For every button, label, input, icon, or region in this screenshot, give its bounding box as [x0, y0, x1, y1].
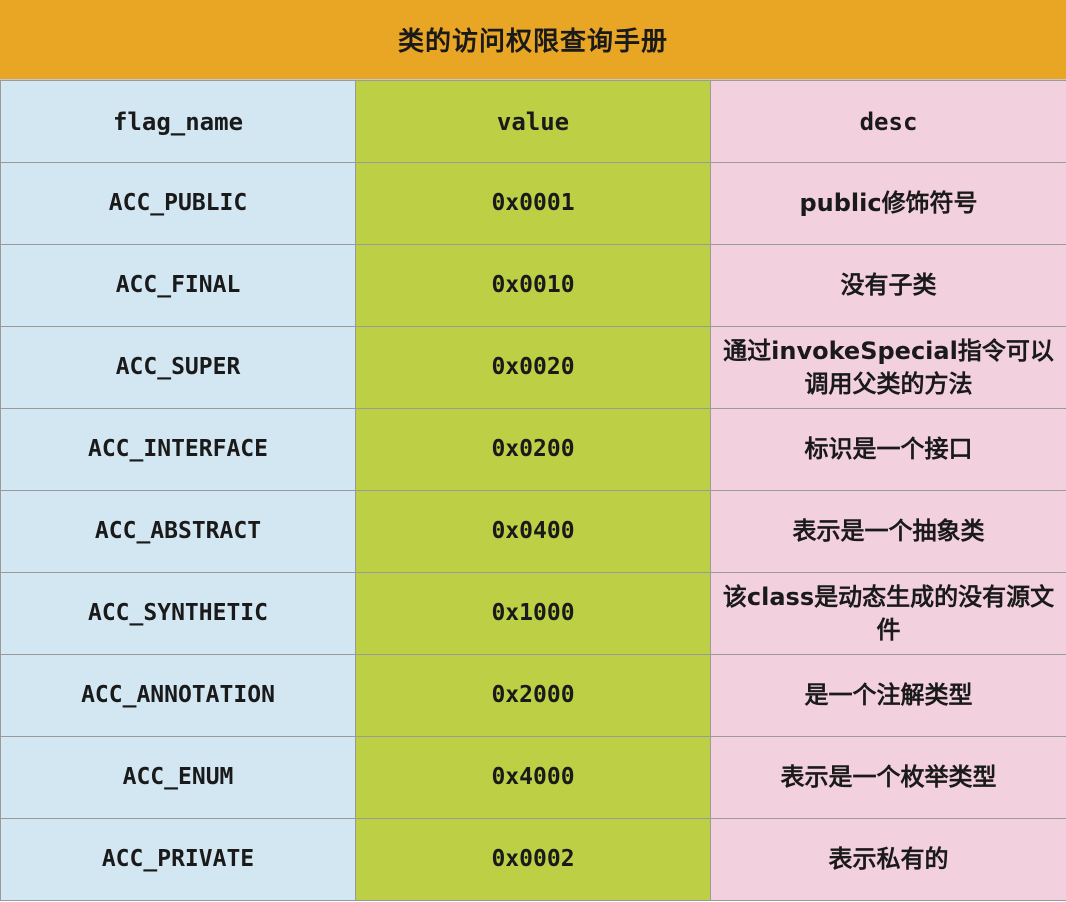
flag-desc-cell: 是一个注解类型	[710, 654, 1066, 737]
flag-value-cell: 0x0020	[355, 326, 711, 409]
access-flags-table-card: 类的访问权限查询手册 flag_name value desc ACC_PUBL…	[0, 0, 1066, 902]
flag-desc-cell: 标识是一个接口	[710, 408, 1066, 491]
flag-desc-cell: 通过invokeSpecial指令可以调用父类的方法	[710, 326, 1066, 409]
flag-value-cell: 0x0001	[355, 162, 711, 245]
table-row: ACC_ABSTRACT 0x0400 表示是一个抽象类	[0, 490, 1066, 573]
flag-value-cell: 0x0200	[355, 408, 711, 491]
flag-value-cell: 0x0002	[355, 818, 711, 901]
header-desc: desc	[710, 80, 1066, 163]
flag-name-cell: ACC_INTERFACE	[0, 408, 356, 491]
flag-value-cell: 0x0010	[355, 244, 711, 327]
access-flags-table: flag_name value desc ACC_PUBLIC 0x0001 p…	[0, 80, 1066, 901]
table-row: ACC_PUBLIC 0x0001 public修饰符号	[0, 162, 1066, 245]
table-row: ACC_ENUM 0x4000 表示是一个枚举类型	[0, 736, 1066, 819]
table-row: ACC_FINAL 0x0010 没有子类	[0, 244, 1066, 327]
flag-value-cell: 0x2000	[355, 654, 711, 737]
flag-name-cell: ACC_ANNOTATION	[0, 654, 356, 737]
header-flag-name: flag_name	[0, 80, 356, 163]
flag-desc-cell: 该class是动态生成的没有源文件	[710, 572, 1066, 655]
header-value: value	[355, 80, 711, 163]
flag-value-cell: 0x0400	[355, 490, 711, 573]
table-row: ACC_SUPER 0x0020 通过invokeSpecial指令可以调用父类…	[0, 326, 1066, 409]
flag-desc-cell: public修饰符号	[710, 162, 1066, 245]
table-row: ACC_PRIVATE 0x0002 表示私有的	[0, 818, 1066, 901]
flag-name-cell: ACC_FINAL	[0, 244, 356, 327]
table-row: ACC_INTERFACE 0x0200 标识是一个接口	[0, 408, 1066, 491]
flag-name-cell: ACC_PRIVATE	[0, 818, 356, 901]
flag-name-cell: ACC_SYNTHETIC	[0, 572, 356, 655]
flag-name-cell: ACC_SUPER	[0, 326, 356, 409]
flag-name-cell: ACC_ABSTRACT	[0, 490, 356, 573]
flag-name-cell: ACC_ENUM	[0, 736, 356, 819]
flag-value-cell: 0x1000	[355, 572, 711, 655]
table-row: ACC_ANNOTATION 0x2000 是一个注解类型	[0, 654, 1066, 737]
flag-name-cell: ACC_PUBLIC	[0, 162, 356, 245]
table-row: ACC_SYNTHETIC 0x1000 该class是动态生成的没有源文件	[0, 572, 1066, 655]
flag-desc-cell: 表示私有的	[710, 818, 1066, 901]
table-title: 类的访问权限查询手册	[0, 0, 1066, 80]
flag-desc-cell: 表示是一个抽象类	[710, 490, 1066, 573]
flag-desc-cell: 表示是一个枚举类型	[710, 736, 1066, 819]
header-row: flag_name value desc	[0, 80, 1066, 163]
flag-value-cell: 0x4000	[355, 736, 711, 819]
flag-desc-cell: 没有子类	[710, 244, 1066, 327]
